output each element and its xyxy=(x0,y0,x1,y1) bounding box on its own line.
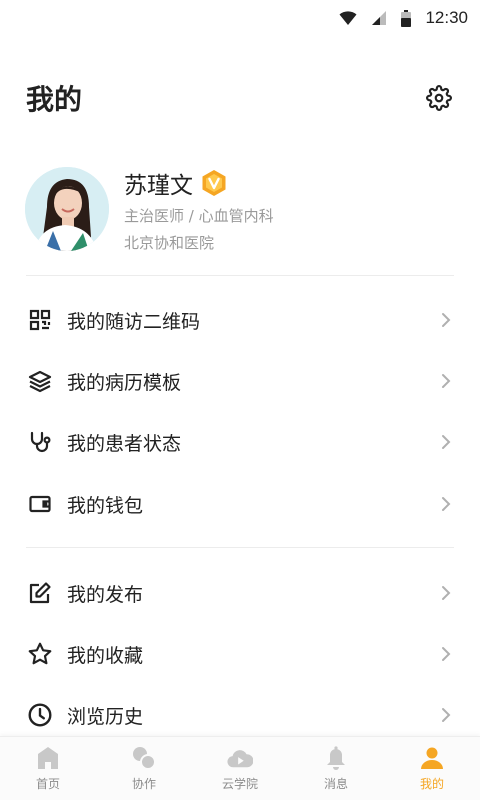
chevron-right-icon xyxy=(438,585,454,601)
bottom-tab-bar: 首页 协作 云学院 消息 我的 xyxy=(0,736,480,800)
cellular-signal-icon xyxy=(372,11,387,25)
stethoscope-icon xyxy=(26,428,54,456)
menu-label: 浏览历史 xyxy=(67,705,144,728)
chevron-right-icon xyxy=(438,496,454,512)
tab-label: 协作 xyxy=(131,777,156,791)
tab-collaborate[interactable]: 协作 xyxy=(96,737,192,800)
menu-label: 我的发布 xyxy=(67,583,144,606)
menu-label: 我的收藏 xyxy=(67,644,144,667)
status-bar: 12:30 xyxy=(0,0,480,36)
hospital-name: 北京协和医院 xyxy=(124,233,215,252)
chevron-right-icon xyxy=(438,312,454,328)
tab-label: 首页 xyxy=(35,777,60,791)
chevron-right-icon xyxy=(438,373,454,389)
star-icon xyxy=(26,640,54,668)
user-name: 苏瑾文 xyxy=(124,172,193,199)
chevron-right-icon xyxy=(438,707,454,723)
wifi-icon xyxy=(339,11,357,25)
divider xyxy=(26,275,454,276)
page-title: 我的 xyxy=(26,83,83,116)
page-header: 我的 xyxy=(26,76,454,120)
menu-label: 我的患者状态 xyxy=(67,432,182,455)
edit-icon xyxy=(26,579,54,607)
tab-cloud-academy[interactable]: 云学院 xyxy=(192,737,288,800)
chevron-right-icon xyxy=(438,646,454,662)
menu-item-browse-history[interactable]: 浏览历史 xyxy=(26,687,454,743)
wallet-icon xyxy=(26,490,54,518)
menu-item-my-posts[interactable]: 我的发布 xyxy=(26,565,454,621)
verified-v-icon xyxy=(202,169,226,196)
cloud-play-icon xyxy=(227,745,253,771)
menu-item-patient-status[interactable]: 我的患者状态 xyxy=(26,414,454,470)
menu-label: 我的病历模板 xyxy=(67,371,182,394)
profile-info: 苏瑾文 主治医师 / 心血管内科 北京协和医院 xyxy=(124,166,274,253)
profile-card[interactable]: 苏瑾文 主治医师 / 心血管内科 北京协和医院 xyxy=(25,166,455,252)
avatar-photo xyxy=(25,167,109,251)
menu-item-followup-qrcode[interactable]: 我的随访二维码 xyxy=(26,292,454,348)
menu-item-favorites[interactable]: 我的收藏 xyxy=(26,626,454,682)
menu-label: 我的随访二维码 xyxy=(67,310,201,333)
bell-icon xyxy=(323,745,349,771)
menu-item-wallet[interactable]: 我的钱包 xyxy=(26,476,454,532)
status-time: 12:30 xyxy=(425,8,468,27)
divider xyxy=(26,547,454,548)
clock-icon xyxy=(26,701,54,729)
name-row: 苏瑾文 xyxy=(124,166,274,200)
layers-icon xyxy=(26,367,54,395)
qrcode-icon xyxy=(26,306,54,334)
menu-item-record-template[interactable]: 我的病历模板 xyxy=(26,353,454,409)
tab-mine[interactable]: 我的 xyxy=(384,737,480,800)
tab-label: 消息 xyxy=(323,777,348,791)
home-icon xyxy=(35,745,61,771)
settings-button[interactable] xyxy=(424,83,454,113)
battery-icon xyxy=(401,9,412,27)
collaborate-icon xyxy=(131,745,157,771)
tab-label: 云学院 xyxy=(221,777,258,791)
tab-label: 我的 xyxy=(419,777,444,791)
avatar[interactable] xyxy=(25,167,109,251)
user-icon xyxy=(419,745,445,771)
gear-icon xyxy=(426,85,452,111)
doctor-title: 主治医师 / 心血管内科 xyxy=(124,206,274,225)
chevron-right-icon xyxy=(438,434,454,450)
tab-home[interactable]: 首页 xyxy=(0,737,96,800)
menu-label: 我的钱包 xyxy=(67,494,144,517)
tab-messages[interactable]: 消息 xyxy=(288,737,384,800)
